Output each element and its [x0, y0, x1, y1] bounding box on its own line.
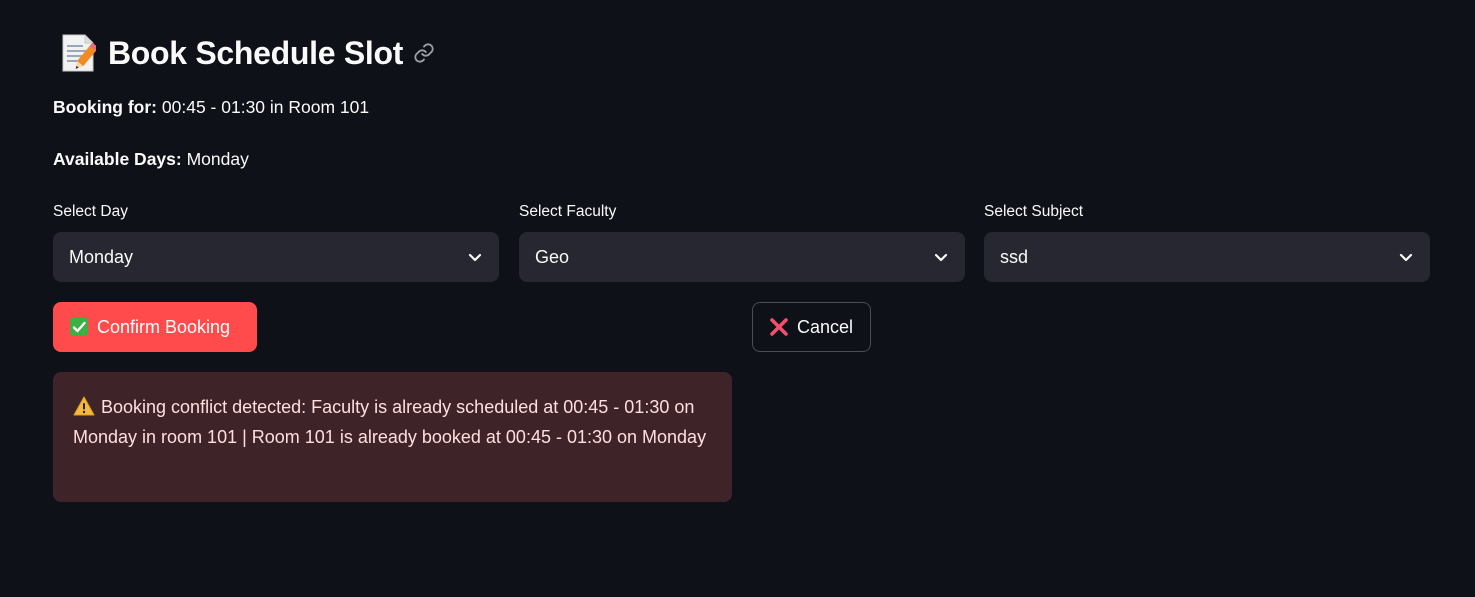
- alert-message: Booking conflict detected: Faculty is al…: [73, 397, 707, 447]
- chevron-down-icon: [1398, 249, 1414, 265]
- faculty-field-label: Select Faculty: [519, 203, 617, 220]
- cancel-button[interactable]: Cancel: [752, 302, 871, 352]
- subject-select[interactable]: ssd: [984, 232, 1430, 282]
- conflict-alert: Booking conflict detected: Faculty is al…: [53, 372, 732, 502]
- day-select-value: Monday: [69, 246, 134, 267]
- cancel-label: Cancel: [797, 316, 854, 337]
- faculty-select[interactable]: Geo: [519, 232, 965, 282]
- day-field-label: Select Day: [53, 203, 128, 220]
- faculty-field: Select Faculty Geo: [519, 202, 965, 282]
- booking-label: Booking for:: [53, 97, 158, 117]
- subject-select-value: ssd: [1000, 246, 1029, 267]
- confirm-booking-button[interactable]: Confirm Booking: [53, 302, 257, 352]
- subject-field: Select Subject ssd: [984, 202, 1430, 282]
- subject-field-label: Select Subject: [984, 203, 1084, 220]
- available-days-label: Available Days:: [53, 149, 182, 169]
- page-header: Book Schedule Slot: [60, 30, 435, 76]
- booking-value: 00:45 - 01:30 in Room 101: [161, 97, 370, 117]
- chevron-down-icon: [467, 249, 483, 265]
- memo-icon: [60, 33, 99, 73]
- warning-icon: [73, 395, 95, 416]
- day-field: Select Day Monday: [53, 202, 499, 282]
- link-icon[interactable]: [413, 42, 435, 64]
- check-mark-icon: [69, 317, 89, 337]
- day-select[interactable]: Monday: [53, 232, 499, 282]
- booking-info: Booking for: 00:45 - 01:30 in Room 101: [53, 97, 369, 118]
- cross-mark-icon: [769, 317, 789, 337]
- available-days-value: Monday: [186, 149, 249, 169]
- faculty-select-value: Geo: [535, 246, 570, 267]
- chevron-down-icon: [933, 249, 949, 265]
- page-title: Book Schedule Slot: [108, 34, 404, 71]
- available-days-info: Available Days: Monday: [53, 149, 249, 170]
- confirm-booking-label: Confirm Booking: [97, 316, 231, 337]
- page: Book Schedule Slot Booking for: 00:45 - …: [0, 0, 1475, 597]
